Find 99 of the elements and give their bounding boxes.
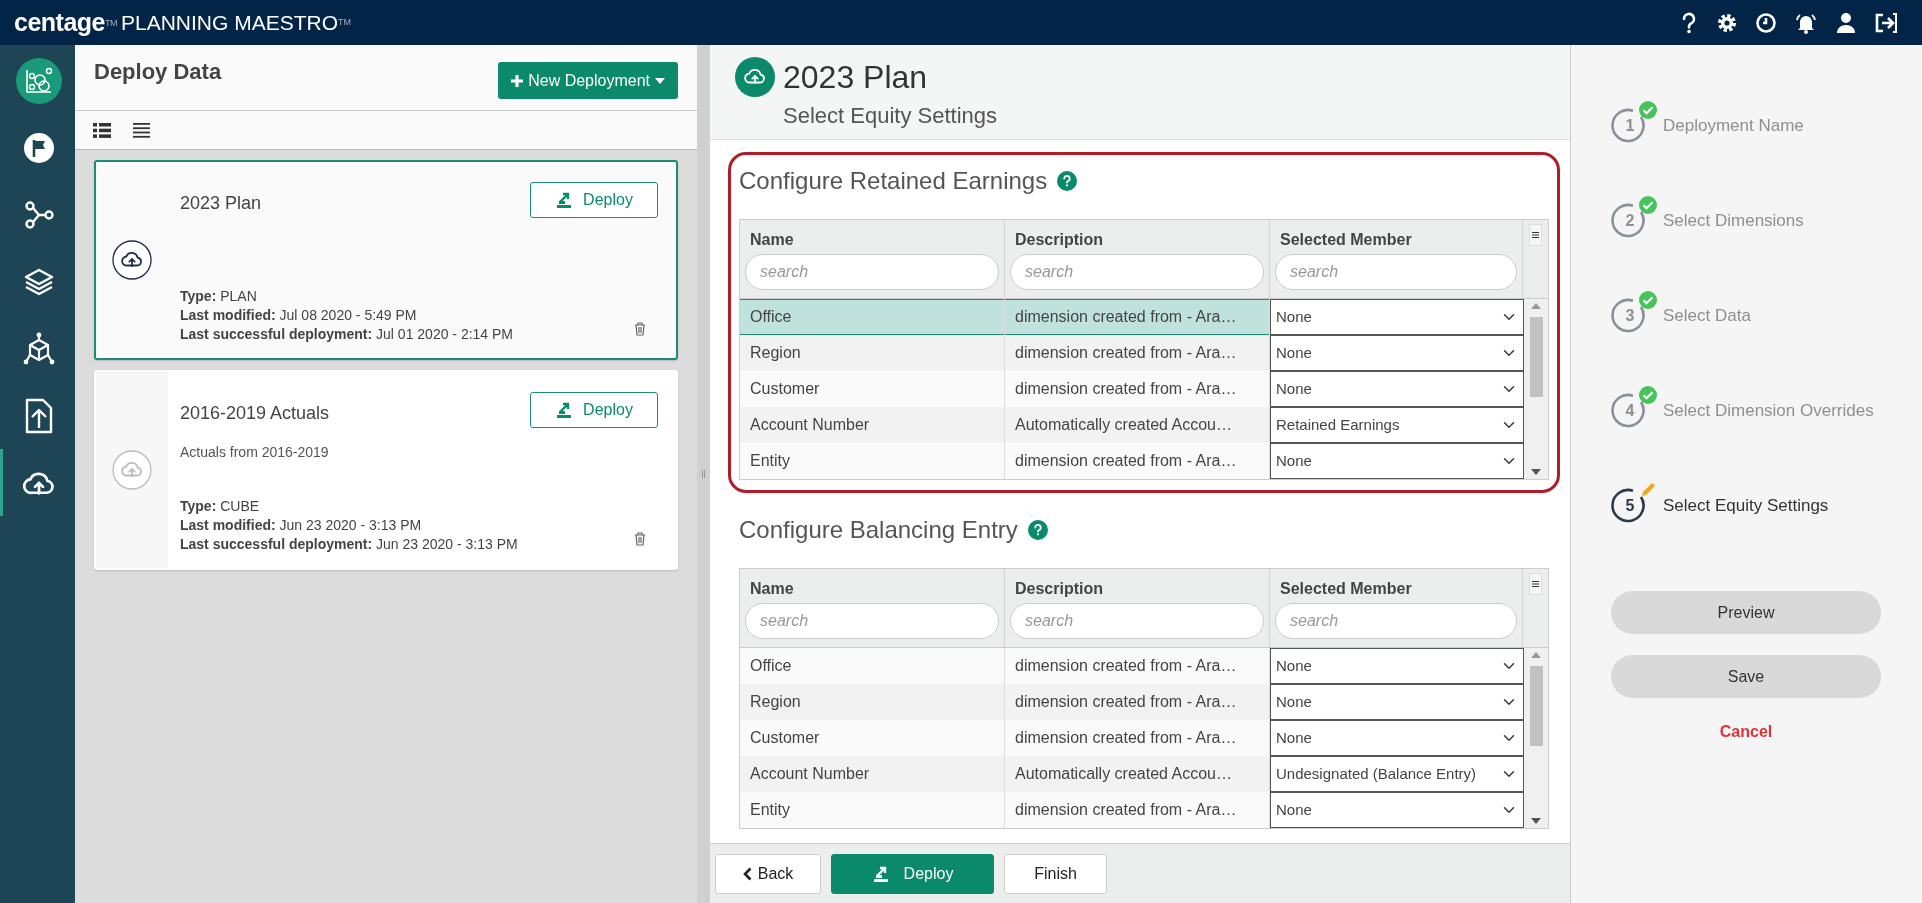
table-row[interactable]: Entity dimension created from - Ara… None [740,443,1524,479]
finish-button[interactable]: Finish [1004,853,1107,894]
search-field[interactable]: search [1010,603,1264,639]
column-header: Description [1014,579,1104,599]
cloud-upload-icon [112,450,152,490]
deployment-card[interactable]: 2023 Plan Deploy Type: PLAN Last modified: Jul 08 2020 - 5:49 PM Last successful deployment: Jul 01 2020 - 2:14 PM [94,160,678,360]
column-header: Description [1014,230,1104,250]
member-select[interactable]: None [1270,443,1524,479]
table-row[interactable]: Account Number Automatically created Accou… Retained Earnings [740,407,1524,443]
grip-icon [702,470,705,478]
step-number: 1 [1625,115,1635,136]
step-label: Select Dimension Overrides [1663,399,1874,422]
logo-icon [16,57,62,104]
deployment-type: Type: PLAN [180,287,258,306]
last-modified-text: Last modified: Jun 23 2020 - 3:13 PM [180,516,423,535]
deploy-icon [555,400,574,420]
search-field[interactable]: search [1275,603,1517,639]
plus-icon [510,73,525,88]
file-upload-icon [24,397,54,434]
table-row[interactable]: Account Number Automatically created Accou… Undesignated (Balance Entry) [740,756,1524,792]
deployment-type: Type: CUBE [180,497,261,516]
table-row[interactable]: Office dimension created from - Ara… None [740,299,1524,335]
clock-icon[interactable] [1755,11,1777,34]
table-row[interactable]: Customer dimension created from - Ara… None [740,720,1524,756]
user-icon[interactable] [1835,11,1857,34]
settings-icon[interactable] [1716,11,1738,34]
table-row[interactable]: Region dimension created from - Ara… None [740,335,1524,371]
scrollbar[interactable] [1524,299,1548,479]
menu-icon [1529,573,1542,595]
column-header: Selected Member [1279,579,1413,599]
deploy-button[interactable]: Deploy [530,392,658,428]
deploy-button[interactable]: Deploy [831,853,994,894]
last-deployment-text: Last successful deployment: Jul 01 2020 - 2:14 PM [180,325,514,344]
sign-out-icon[interactable] [1874,11,1898,34]
trash-icon[interactable] [634,532,646,546]
step-label: Select Dimensions [1663,209,1804,232]
column-header: Name [749,579,795,599]
deployment-title: 2016-2019 Actuals [180,402,330,425]
chevron-left-icon [742,866,752,881]
panel-title: Deploy Data [94,59,222,86]
cube-icon [22,331,56,366]
name-cell: Entity [740,443,1005,479]
search-field[interactable]: search [745,254,999,290]
last-deployment-text: Last successful deployment: Jun 23 2020 - 3:13 PM [180,535,518,554]
member-select[interactable]: None [1270,684,1524,720]
table-row[interactable]: Region dimension created from - Ara… None [740,684,1524,720]
step-subtitle: Select Equity Settings [783,102,998,130]
step-label: Deployment Name [1663,114,1804,137]
search-field[interactable]: search [745,603,999,639]
step-label: Select Data [1663,304,1751,327]
deploy-button[interactable]: Deploy [530,182,658,218]
bell-icon[interactable] [1794,11,1818,34]
deployment-card[interactable]: 2016-2019 Actuals Deploy Actuals from 2016-2019 Type: CUBE Last modified: Jun 23 2020 - 3:13 PM Last successful deployment: Jun 23 2020 - 3:13 PM [94,370,678,570]
caret-icon [654,76,666,85]
step-number: 4 [1625,400,1635,421]
action-button[interactable]: Preview [1611,591,1881,634]
member-select[interactable]: None [1270,720,1524,756]
step-number: 5 [1625,495,1635,516]
deployment-title: 2023 Plan [180,192,262,215]
name-cell: Entity [740,792,1005,828]
table-row[interactable]: Entity dimension created from - Ara… None [740,792,1524,828]
trash-icon[interactable] [634,322,646,336]
section-title: Configure Balancing Entry [739,515,1018,545]
flag-icon [23,131,55,164]
section-title: Configure Retained Earnings [739,166,1048,196]
detail-list-icon[interactable] [93,122,111,138]
cloud-upload-icon [112,240,152,280]
member-select[interactable]: None [1270,335,1524,371]
member-select[interactable]: None [1270,792,1524,828]
new-deployment-button[interactable]: New Deployment [498,62,678,99]
resize-handle[interactable] [697,45,710,903]
member-select[interactable]: Undesignated (Balance Entry) [1270,756,1524,792]
member-select[interactable]: None [1270,299,1524,335]
brand-logo: centage$^{TM}$ [14,6,117,38]
column-header: Selected Member [1279,230,1413,250]
search-field[interactable]: search [1010,254,1264,290]
menu-icon [1529,224,1542,246]
cancel-link[interactable]: Cancel [1713,719,1779,745]
product-name: PLANNING MAESTRO$^{TM}$ [121,9,352,36]
member-select[interactable]: Retained Earnings [1270,407,1524,443]
column-header: Name [749,230,795,250]
step-label: Select Equity Settings [1663,494,1829,517]
back-button[interactable]: Back [715,853,821,894]
deploy-icon [555,190,574,210]
plan-title: 2023 Plan [783,59,928,95]
last-modified-text: Last modified: Jul 08 2020 - 5:49 PM [180,306,418,325]
table-row[interactable]: Office dimension created from - Ara… None [740,648,1524,684]
member-select[interactable]: None [1270,648,1524,684]
deployment-description: Actuals from 2016-2019 [180,443,330,462]
action-button[interactable]: Save [1611,655,1881,698]
table-row[interactable]: Customer dimension created from - Ara… None [740,371,1524,407]
cloud-upload-icon [735,57,775,97]
list-icon[interactable] [133,122,150,138]
step-number: 2 [1625,210,1635,231]
nodes-icon [23,198,55,231]
search-field[interactable]: search [1275,254,1517,290]
scrollbar[interactable] [1524,648,1548,828]
member-select[interactable]: None [1270,371,1524,407]
step-number: 3 [1625,305,1635,326]
